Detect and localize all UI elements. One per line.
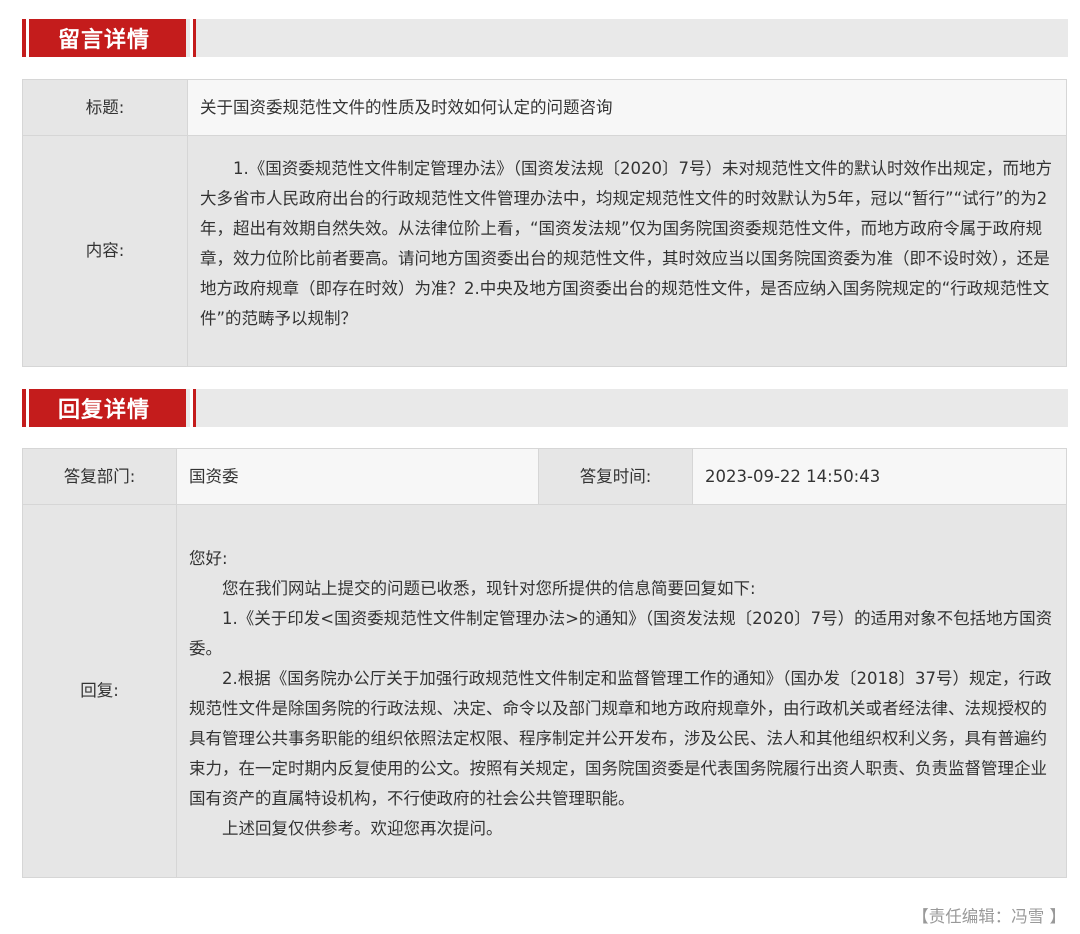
message-section-tab: 留言详情 <box>22 19 196 57</box>
message-table: 标题: 关于国资委规范性文件的性质及时效如何认定的问题咨询 内容: 1.《国资委… <box>22 79 1067 367</box>
title-label: 标题: <box>22 79 188 136</box>
reply-table: 答复部门: 国资委 答复时间: 2023-09-22 14:50:43 回复: … <box>22 448 1067 878</box>
reply-greeting: 您好: <box>189 549 228 568</box>
reply-content: 您好: 您在我们网站上提交的问题已收悉，现针对您所提供的信息简要回复如下: 1.… <box>176 504 1067 878</box>
content-value: 1.《国资委规范性文件制定管理办法》（国资发法规〔2020〕7号）未对规范性文件… <box>187 135 1067 367</box>
editor-credit: 【责任编辑：冯雪 】 <box>912 907 1066 926</box>
reply-paragraph: 1.《关于印发<国资委规范性文件制定管理办法>的通知》（国资发法规〔2020〕7… <box>189 609 1053 658</box>
reply-section-header: 回复详情 <box>22 389 1068 427</box>
reply-section-heading: 回复详情 <box>57 398 150 423</box>
reply-label: 回复: <box>22 504 177 878</box>
time-label: 答复时间: <box>538 448 693 505</box>
time-value: 2023-09-22 14:50:43 <box>692 448 1067 505</box>
dept-label: 答复部门: <box>22 448 177 505</box>
reply-paragraph: 上述回复仅供参考。欢迎您再次提问。 <box>222 819 503 838</box>
page: 留言详情 标题: 关于国资委规范性文件的性质及时效如何认定的问题咨询 内容: 1… <box>0 0 1080 934</box>
content-text: 1.《国资委规范性文件制定管理办法》（国资发法规〔2020〕7号）未对规范性文件… <box>200 159 1052 328</box>
message-section-heading: 留言详情 <box>57 28 150 53</box>
dept-value: 国资委 <box>176 448 539 505</box>
reply-paragraph: 您在我们网站上提交的问题已收悉，现针对您所提供的信息简要回复如下: <box>222 579 756 598</box>
reply-section-tab: 回复详情 <box>22 389 196 427</box>
reply-paragraph: 2.根据《国务院办公厅关于加强行政规范性文件制定和监督管理工作的通知》（国办发〔… <box>189 669 1052 808</box>
title-value: 关于国资委规范性文件的性质及时效如何认定的问题咨询 <box>187 79 1067 136</box>
message-section-header: 留言详情 <box>22 19 1068 57</box>
content-label: 内容: <box>22 135 188 367</box>
